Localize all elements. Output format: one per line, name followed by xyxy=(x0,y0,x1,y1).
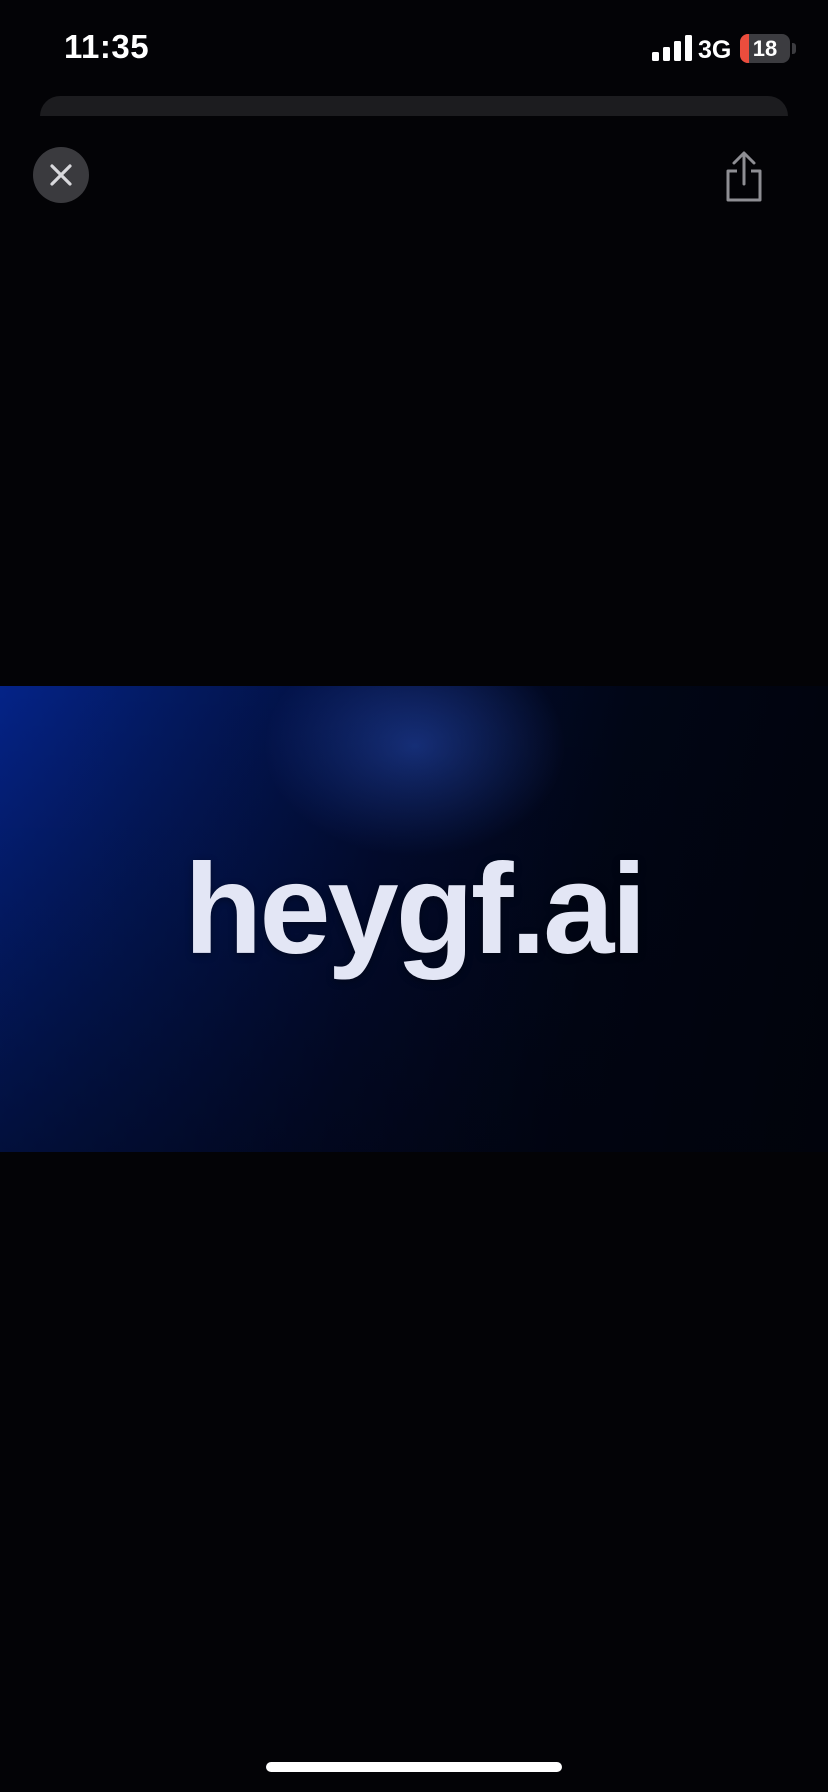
status-bar: 11:35 3G 18 xyxy=(0,0,828,100)
share-button[interactable] xyxy=(720,150,768,206)
media-viewer-screen: 11:35 3G 18 heygf.ai xyxy=(0,0,828,1792)
media-image[interactable]: heygf.ai xyxy=(0,686,828,1152)
battery-cap xyxy=(792,43,796,54)
share-icon xyxy=(726,151,762,202)
cellular-signal-icon xyxy=(652,35,692,61)
background-sheet-edge xyxy=(40,96,788,116)
media-title-text: heygf.ai xyxy=(184,838,647,981)
status-time: 11:35 xyxy=(64,28,150,65)
network-type-label: 3G xyxy=(698,36,732,64)
battery-level-label: 18 xyxy=(752,36,778,61)
home-indicator[interactable] xyxy=(266,1762,562,1772)
close-button[interactable] xyxy=(33,147,89,203)
close-icon xyxy=(50,164,72,186)
battery-indicator: 18 xyxy=(740,34,790,63)
